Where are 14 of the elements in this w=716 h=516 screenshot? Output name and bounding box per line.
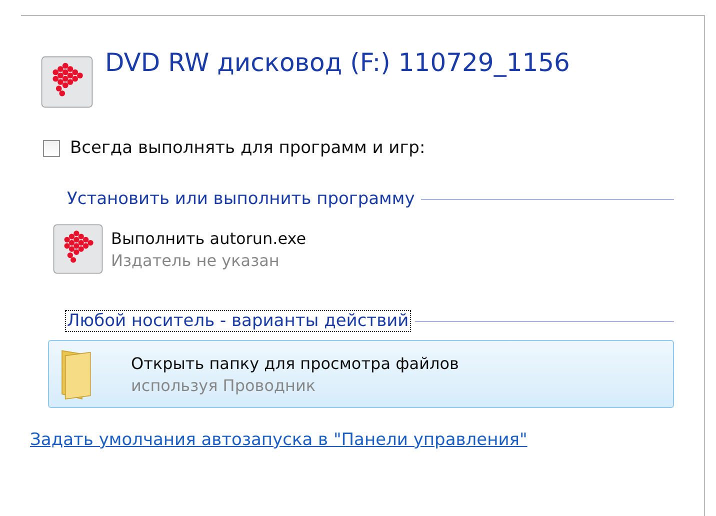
section-heading: Установить или выполнить программу — [66, 188, 416, 210]
checkbox-label: Всегда выполнять для программ и игр: — [70, 138, 426, 158]
application-icon — [41, 56, 93, 108]
action-subtitle: Издатель не указан — [111, 250, 280, 270]
checkbox[interactable] — [43, 140, 60, 156]
application-icon — [53, 224, 103, 274]
window-title: DVD RW дисковод (F:) 110729_1156 — [105, 48, 570, 77]
control-panel-link[interactable]: Задать умолчания автозапуска в "Панели управления" — [30, 430, 528, 450]
action-title: Выполнить autorun.exe — [111, 228, 306, 248]
action-subtitle: используя Проводник — [131, 376, 317, 394]
action-item[interactable]: Открыть папку для просмотра файлов используя Проводник — [48, 340, 674, 408]
section-heading: Любой носитель - варианты действий — [65, 310, 411, 332]
action-item[interactable]: Выполнить autorun.exe Издатель не указан — [48, 218, 674, 280]
action-title: Открыть папку для просмотра файлов — [131, 354, 459, 372]
